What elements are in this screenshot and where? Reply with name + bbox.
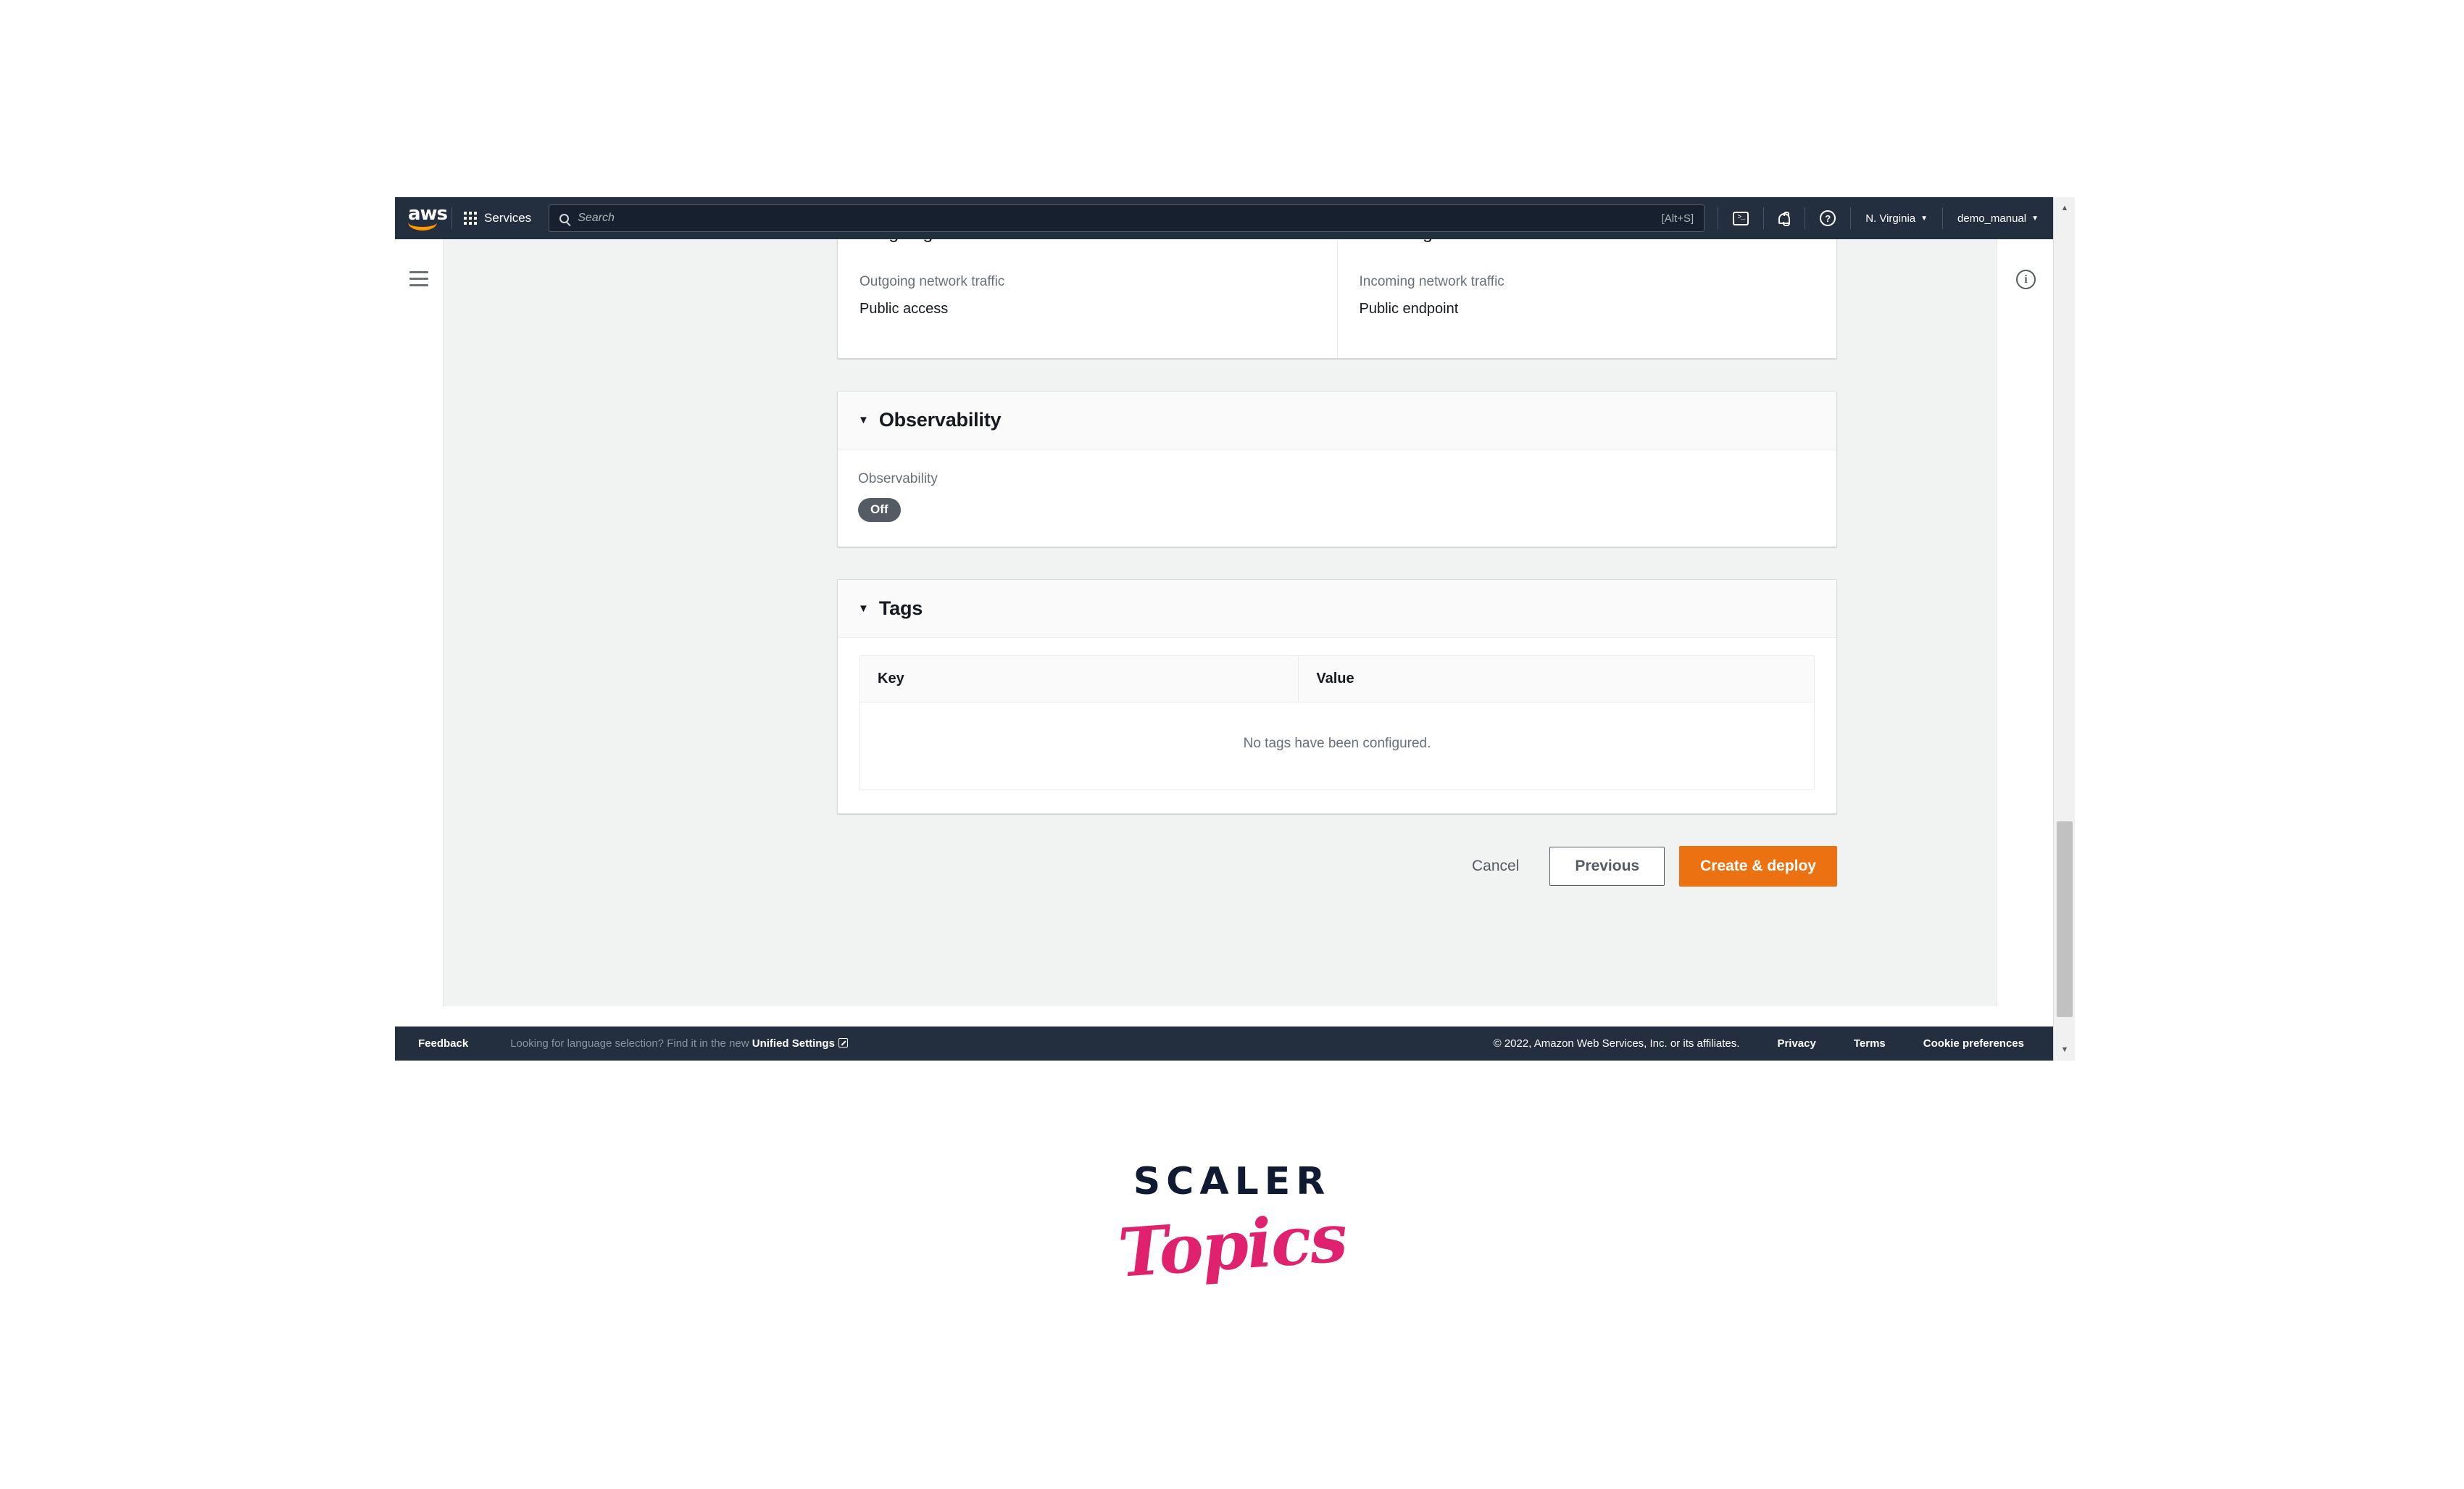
region-selector[interactable]: N. Virginia ▼	[1851, 197, 1942, 239]
create-and-deploy-button[interactable]: Create & deploy	[1679, 846, 1837, 887]
footer-left-group: Feedback Looking for language selection?…	[395, 1037, 848, 1050]
grid-icon	[464, 212, 477, 225]
collapse-triangle-icon[interactable]: ▼	[858, 603, 869, 614]
network-card: Outgoing Outgoing network traffic Public…	[837, 239, 1837, 359]
tags-empty-message: No tags have been configured.	[860, 702, 1814, 789]
outgoing-traffic-value: Public access	[860, 301, 949, 317]
incoming-title: Incoming	[1360, 239, 1815, 244]
page-body: Outgoing Outgoing network traffic Public…	[395, 239, 2053, 1006]
footer-right-group: © 2022, Amazon Web Services, Inc. or its…	[1494, 1037, 2053, 1050]
tags-table-header-row: Key Value	[860, 656, 1814, 702]
tags-card-body: Key Value No tags have been configured.	[838, 638, 1836, 813]
left-navigation-rail	[395, 239, 444, 1006]
account-menu[interactable]: demo_manual ▼	[1943, 197, 2053, 239]
language-settings-note: Looking for language selection? Find it …	[510, 1037, 848, 1050]
observability-card-body: Observability Off	[838, 449, 1836, 547]
vertical-scrollbar[interactable]: ▲ ▼	[2053, 197, 2075, 1061]
tags-table: Key Value No tags have been configured.	[860, 655, 1815, 790]
outgoing-traffic-label: Outgoing network traffic	[860, 274, 1005, 289]
outgoing-column: Outgoing Outgoing network traffic Public…	[838, 239, 1337, 358]
incoming-column: Incoming Incoming network traffic Public…	[1336, 239, 1837, 358]
terms-link[interactable]: Terms	[1854, 1037, 1886, 1050]
search-icon	[559, 213, 570, 223]
copyright-text: © 2022, Amazon Web Services, Inc. or its…	[1493, 1037, 1740, 1050]
services-menu-button[interactable]: Services	[452, 197, 544, 239]
observability-status-badge: Off	[858, 498, 901, 522]
scaler-topics-logo: SCALER Topics	[0, 1160, 2464, 1293]
right-info-rail: i	[1997, 239, 2053, 1006]
hamburger-menu-icon[interactable]	[409, 271, 428, 291]
scroll-down-arrow[interactable]: ▼	[2054, 1039, 2075, 1061]
privacy-link[interactable]: Privacy	[1777, 1037, 1815, 1050]
help-button[interactable]: ?	[1805, 197, 1850, 239]
previous-button[interactable]: Previous	[1549, 847, 1665, 886]
feedback-link[interactable]: Feedback	[418, 1037, 468, 1050]
services-label: Services	[484, 211, 532, 225]
form-actions: Cancel Previous Create & deploy	[837, 846, 1837, 916]
aws-top-navigation: aws Services Search [Alt+S] >_ ? N. Virg…	[395, 197, 2053, 239]
nav-right-group: >_ ? N. Virginia ▼ demo_manual ▼	[1718, 197, 2053, 239]
browser-window: aws Services Search [Alt+S] >_ ? N. Virg…	[395, 197, 2075, 1061]
tags-card: ▼ Tags Key Value No tags have been confi…	[837, 579, 1837, 814]
aws-logo-text: aws	[407, 202, 448, 225]
search-placeholder: Search	[578, 212, 615, 224]
observability-card-header[interactable]: ▼ Observability	[838, 391, 1836, 449]
notifications-button[interactable]	[1764, 197, 1805, 239]
search-container: Search [Alt+S]	[544, 197, 1718, 239]
observability-card: ▼ Observability Observability Off	[837, 391, 1837, 547]
cookie-preferences-link[interactable]: Cookie preferences	[1923, 1037, 2024, 1050]
network-card-body: Outgoing Outgoing network traffic Public…	[838, 239, 1836, 358]
question-mark-icon: ?	[1820, 210, 1836, 226]
info-icon[interactable]: i	[2016, 270, 2036, 289]
observability-field-label: Observability	[858, 471, 938, 486]
main-content-scroll-area: Outgoing Outgoing network traffic Public…	[444, 239, 1997, 1006]
incoming-traffic-value: Public endpoint	[1359, 301, 1459, 317]
cloudshell-button[interactable]: >_	[1718, 197, 1763, 239]
aws-logo[interactable]: aws	[395, 202, 451, 231]
language-note-text: Looking for language selection? Find it …	[510, 1037, 749, 1050]
page-footer: Feedback Looking for language selection?…	[395, 1026, 2053, 1061]
scrollbar-thumb[interactable]	[2057, 821, 2073, 1017]
cancel-button[interactable]: Cancel	[1456, 847, 1535, 885]
chevron-down-icon: ▼	[1920, 214, 1928, 223]
observability-title: Observability	[878, 409, 1002, 431]
tags-card-header[interactable]: ▼ Tags	[838, 580, 1836, 638]
scroll-up-arrow[interactable]: ▲	[2054, 197, 2075, 219]
external-link-icon	[838, 1038, 848, 1048]
main-content: Outgoing Outgoing network traffic Public…	[837, 239, 1837, 916]
logo-scaler-text: SCALER	[1133, 1160, 1331, 1203]
collapse-triangle-icon[interactable]: ▼	[858, 415, 869, 426]
search-shortcut-hint: [Alt+S]	[1661, 212, 1694, 225]
account-label: demo_manual	[1957, 212, 2027, 225]
cloudshell-icon: >_	[1733, 211, 1749, 225]
outgoing-title: Outgoing	[860, 239, 1315, 244]
tags-column-key: Key	[860, 656, 1299, 702]
search-input[interactable]: Search [Alt+S]	[549, 204, 1705, 232]
tags-title: Tags	[878, 597, 923, 619]
logo-topics-text: Topics	[1115, 1198, 1349, 1293]
tags-column-value: Value	[1316, 671, 1354, 687]
chevron-down-icon: ▼	[2031, 214, 2039, 223]
bell-icon	[1778, 211, 1791, 226]
incoming-traffic-label: Incoming network traffic	[1359, 274, 1504, 289]
unified-settings-link[interactable]: Unified Settings	[752, 1037, 835, 1050]
region-label: N. Virginia	[1865, 212, 1916, 225]
